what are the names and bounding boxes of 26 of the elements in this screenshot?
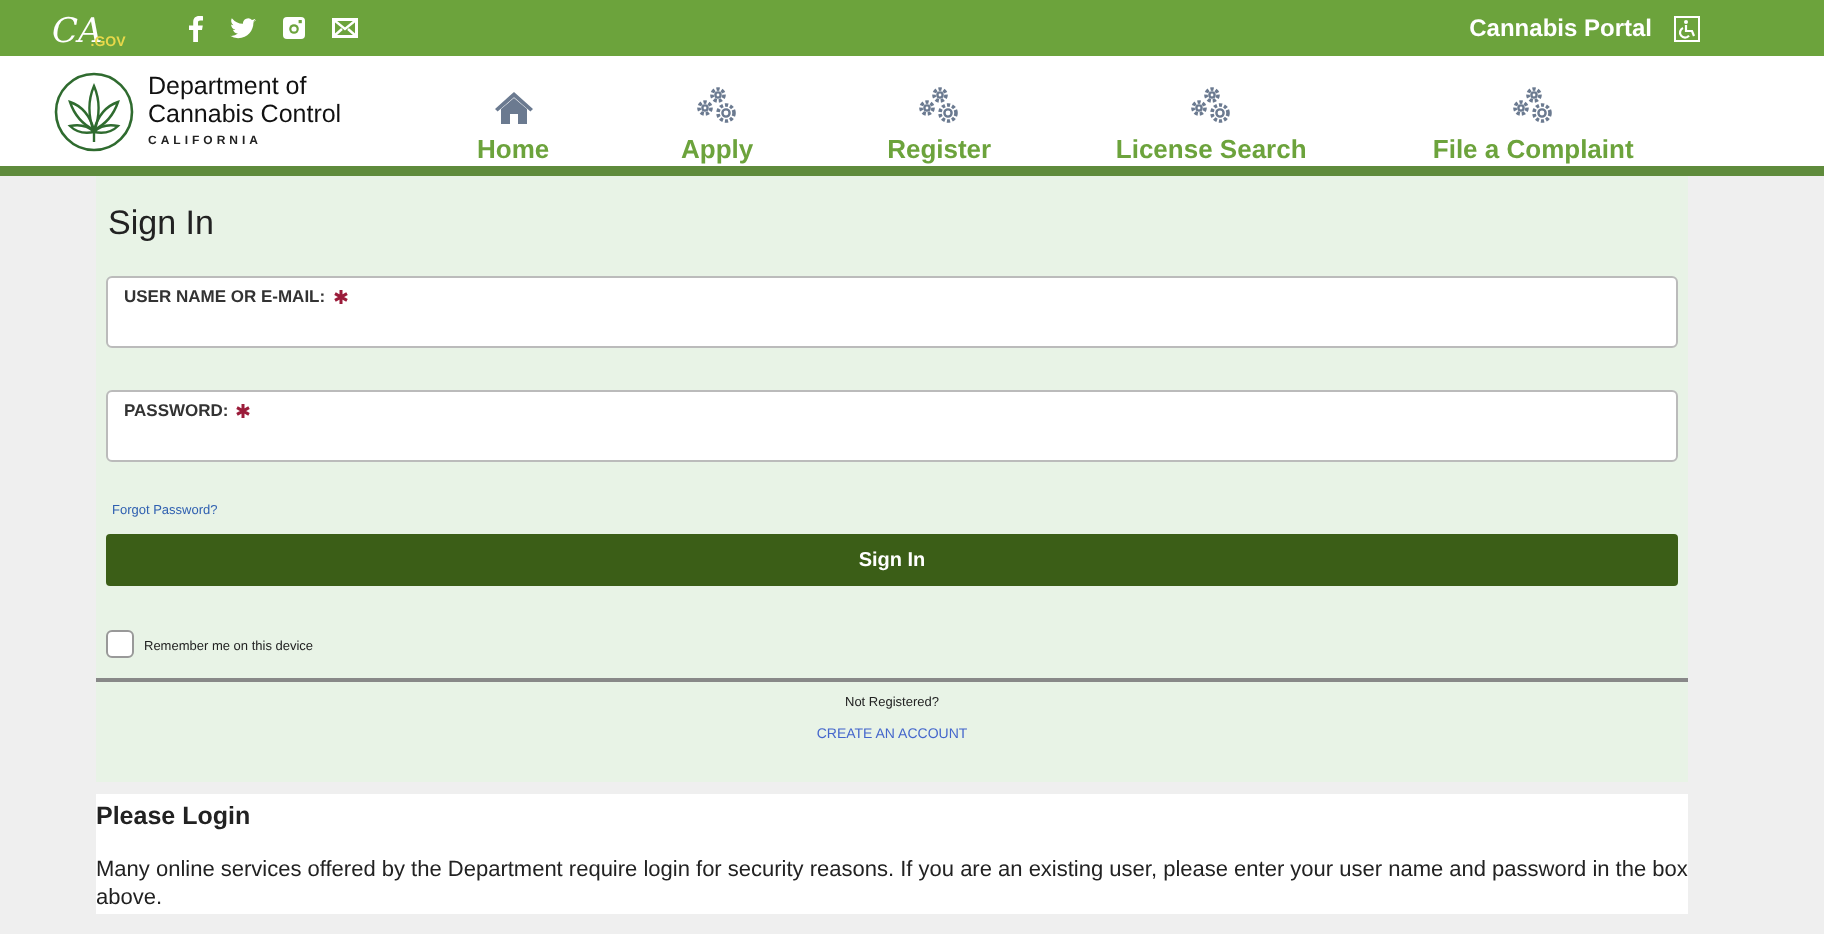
input-field[interactable]: PASSWORD: <box>106 390 1678 462</box>
nav-link[interactable]: Register <box>887 134 992 166</box>
email-icon[interactable] <box>332 18 358 38</box>
twitter-icon[interactable] <box>230 17 256 39</box>
gears-icon <box>1189 86 1234 126</box>
gears-icon <box>695 86 740 126</box>
cannabis-leaf-logo[interactable] <box>54 71 134 151</box>
gears-icon <box>1511 86 1556 126</box>
nav-link[interactable]: License Search <box>1115 134 1307 166</box>
home-icon <box>493 90 534 126</box>
nav-link[interactable]: Apply <box>681 134 754 166</box>
info-text: Many online services offered by the Department require login for security reasons. If you are an existing user, please enter your user name and password in the box above. <box>96 856 1688 912</box>
accessibility-icon[interactable] <box>1674 15 1700 41</box>
panel-title: Sign In <box>108 204 216 244</box>
facebook-icon[interactable] <box>188 15 204 41</box>
org-name: Department of <box>148 71 309 99</box>
org-name: Cannabis Control <box>148 99 342 127</box>
nav-link[interactable]: Home <box>477 134 550 166</box>
input-field[interactable]: USER NAME OR E-MAIL: <box>106 276 1678 348</box>
instagram-icon[interactable] <box>282 16 306 40</box>
gears-icon <box>917 86 962 126</box>
info-title: Please Login <box>96 800 253 835</box>
sign-in-button[interactable]: Sign In <box>106 534 1678 586</box>
portal-link[interactable]: Cannabis Portal <box>1469 10 1652 46</box>
nav-link[interactable]: File a Complaint <box>1432 134 1634 166</box>
remember-checkbox[interactable] <box>106 630 134 658</box>
